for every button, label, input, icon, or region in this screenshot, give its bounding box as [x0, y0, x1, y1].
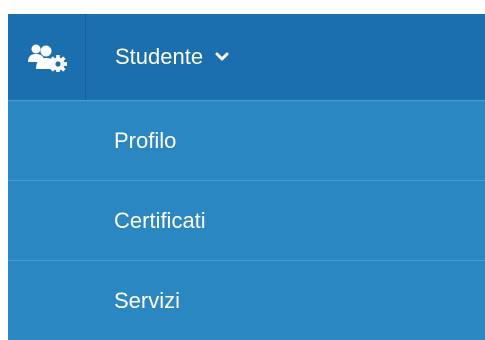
menu-header: Studente — [8, 14, 485, 100]
menu-item-label: Certificati — [114, 207, 206, 233]
chevron-down-icon — [215, 52, 229, 62]
menu-item-label: Profilo — [114, 127, 177, 153]
users-gear-icon — [27, 44, 67, 72]
studente-toggle[interactable]: Studente — [86, 14, 485, 100]
menu-item-label: Servizi — [114, 287, 181, 313]
header-label: Studente — [115, 44, 204, 69]
menu-item-profilo[interactable]: Profilo — [8, 100, 485, 180]
student-menu: Studente Profilo Certificati Servizi — [8, 14, 485, 340]
menu-item-servizi[interactable]: Servizi — [8, 260, 485, 340]
menu-item-certificati[interactable]: Certificati — [8, 180, 485, 260]
header-icon-cell — [8, 14, 86, 100]
